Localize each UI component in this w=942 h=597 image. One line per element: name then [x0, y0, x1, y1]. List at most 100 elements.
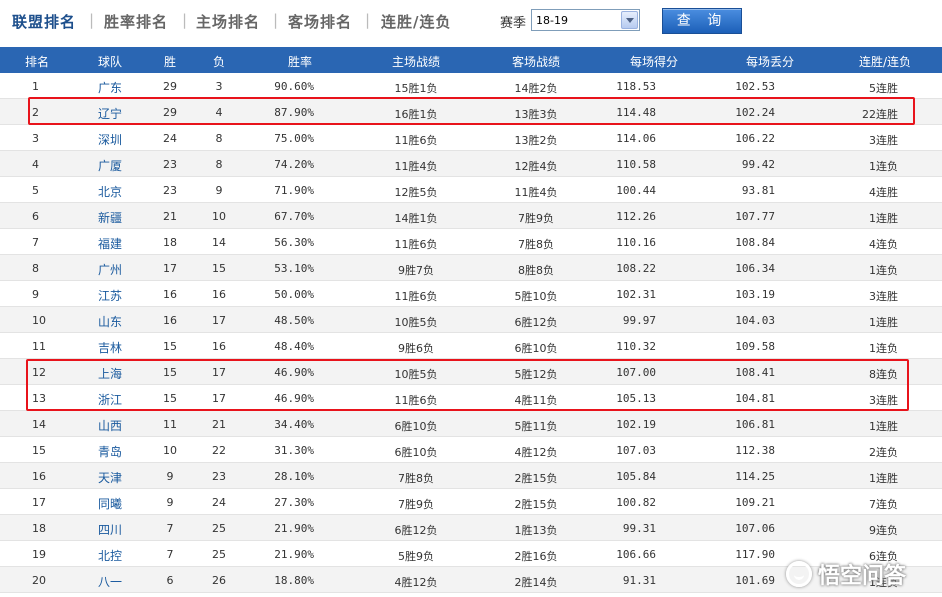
- cell-team[interactable]: 新疆: [74, 209, 146, 226]
- cell-wins: 21: [163, 210, 177, 223]
- tab-separator: |: [89, 11, 95, 29]
- cell-win-rate: 48.50%: [274, 314, 314, 327]
- cell-team[interactable]: 福建: [74, 235, 146, 252]
- cell-win-rate: 75.00%: [274, 132, 314, 145]
- cell-wins: 17: [163, 262, 177, 275]
- cell-team[interactable]: 山东: [74, 313, 146, 330]
- cell-away-record: 7胜8负: [518, 238, 554, 251]
- cell-team[interactable]: 天津: [74, 469, 146, 486]
- tab-separator: |: [365, 11, 371, 29]
- cell-losses: 8: [215, 132, 223, 145]
- cell-losses: 15: [212, 262, 226, 275]
- cell-points-against: 112.38: [735, 444, 775, 457]
- table-row: 9 江苏 16 16 50.00% 11胜6负 5胜10负 102.31 103.19 3连胜: [0, 281, 942, 307]
- season-value: 18-19: [536, 14, 568, 27]
- cell-win-rate: 31.30%: [274, 444, 314, 457]
- tab-away-rank[interactable]: 客场排名: [288, 11, 352, 32]
- cell-points-for: 100.82: [616, 496, 656, 509]
- cell-rank: 14: [32, 418, 46, 431]
- cell-team[interactable]: 广厦: [74, 157, 146, 174]
- cell-team[interactable]: 吉林: [74, 339, 146, 356]
- table-row: 6 新疆 21 10 67.70% 14胜1负 7胜9负 112.26 107.77 1连胜: [0, 203, 942, 229]
- tab-win-rate-rank[interactable]: 胜率排名: [104, 11, 168, 32]
- column-header-losses: 负: [212, 55, 225, 69]
- cell-points-for: 118.53: [616, 80, 656, 93]
- cell-team[interactable]: 青岛: [74, 443, 146, 460]
- table-header: 排名 球队 胜 负 胜率 主场战绩 客场战绩 每场得分 每场丢分 连胜/连负: [0, 47, 942, 73]
- cell-wins: 9: [166, 470, 174, 483]
- cell-team[interactable]: 北控: [74, 547, 146, 564]
- cell-streak: 1连胜: [869, 472, 898, 485]
- cell-win-rate: 34.40%: [274, 418, 314, 431]
- column-header-points-for: 每场得分: [629, 55, 678, 69]
- cell-home-record: 9胜7负: [398, 264, 434, 277]
- cell-rank: 1: [32, 80, 39, 93]
- cell-rank: 17: [32, 496, 46, 509]
- cell-home-record: 11胜6负: [394, 290, 438, 303]
- cell-away-record: 4胜12负: [514, 446, 558, 459]
- cell-losses: 8: [215, 158, 223, 171]
- chevron-down-icon[interactable]: [621, 11, 638, 29]
- cell-wins: 15: [163, 340, 177, 353]
- cell-streak: 1连胜: [869, 420, 898, 433]
- cell-points-against: 103.19: [735, 288, 775, 301]
- tab-streak[interactable]: 连胜/连负: [381, 11, 451, 32]
- cell-losses: 25: [212, 548, 226, 561]
- cell-streak: 7连负: [869, 498, 898, 511]
- table-row: 7 福建 18 14 56.30% 11胜6负 7胜8负 110.16 108.84 4连负: [0, 229, 942, 255]
- cell-win-rate: 28.10%: [274, 470, 314, 483]
- table-row: 1 广东 29 3 90.60% 15胜1负 14胜2负 118.53 102.53 5连胜: [0, 73, 942, 99]
- cell-points-against: 102.53: [735, 80, 775, 93]
- cell-team[interactable]: 同曦: [74, 495, 146, 512]
- cell-losses: 24: [212, 496, 226, 509]
- cell-away-record: 7胜9负: [518, 212, 554, 225]
- cell-team[interactable]: 四川: [74, 521, 146, 538]
- cell-win-rate: 18.80%: [274, 574, 314, 587]
- cell-rank: 7: [32, 236, 39, 249]
- cell-streak: 1连胜: [869, 212, 898, 225]
- cell-team[interactable]: 江苏: [74, 287, 146, 304]
- cell-streak: 2连负: [869, 446, 898, 459]
- cell-away-record: 12胜4负: [514, 160, 558, 173]
- cell-win-rate: 67.70%: [274, 210, 314, 223]
- cell-win-rate: 90.60%: [274, 80, 314, 93]
- cell-losses: 22: [212, 444, 226, 457]
- cell-away-record: 5胜10负: [514, 290, 558, 303]
- cell-home-record: 10胜5负: [394, 316, 438, 329]
- cell-streak: 9连负: [869, 524, 898, 537]
- cell-rank: 15: [32, 444, 46, 457]
- cell-points-for: 99.97: [622, 314, 656, 327]
- cell-points-for: 110.58: [616, 158, 656, 171]
- cell-team[interactable]: 山西: [74, 417, 146, 434]
- cell-win-rate: 56.30%: [274, 236, 314, 249]
- cell-home-record: 11胜4负: [394, 160, 438, 173]
- cell-win-rate: 71.90%: [274, 184, 314, 197]
- season-label: 赛季: [500, 16, 527, 31]
- cell-points-for: 110.32: [616, 340, 656, 353]
- cell-home-record: 4胜12负: [394, 576, 438, 589]
- cell-losses: 17: [212, 314, 226, 327]
- cell-team[interactable]: 广州: [74, 261, 146, 278]
- table-row: 16 天津 9 23 28.10% 7胜8负 2胜15负 105.84 114.25 1连胜: [0, 463, 942, 489]
- cell-rank: 3: [32, 132, 39, 145]
- cell-team[interactable]: 广东: [74, 79, 146, 96]
- cell-away-record: 13胜2负: [514, 134, 558, 147]
- tab-league-rank[interactable]: 联盟排名: [12, 11, 76, 32]
- cell-rank: 20: [32, 574, 46, 587]
- cell-points-for: 110.16: [616, 236, 656, 249]
- cell-home-record: 11胜6负: [394, 134, 438, 147]
- cell-away-record: 1胜13负: [514, 524, 558, 537]
- cell-team[interactable]: 北京: [74, 183, 146, 200]
- cell-losses: 25: [212, 522, 226, 535]
- cell-points-for: 107.03: [616, 444, 656, 457]
- cell-points-against: 93.81: [741, 184, 775, 197]
- season-select[interactable]: 18-19: [531, 9, 640, 31]
- tab-home-rank[interactable]: 主场排名: [196, 11, 260, 32]
- cell-team[interactable]: 深圳: [74, 131, 146, 148]
- cell-points-against: 109.58: [735, 340, 775, 353]
- cell-wins: 7: [166, 548, 174, 561]
- cell-points-against: 106.34: [735, 262, 775, 275]
- query-button[interactable]: 查 询: [662, 8, 742, 34]
- cell-team[interactable]: 八一: [74, 573, 146, 590]
- cell-points-against: 114.25: [735, 470, 775, 483]
